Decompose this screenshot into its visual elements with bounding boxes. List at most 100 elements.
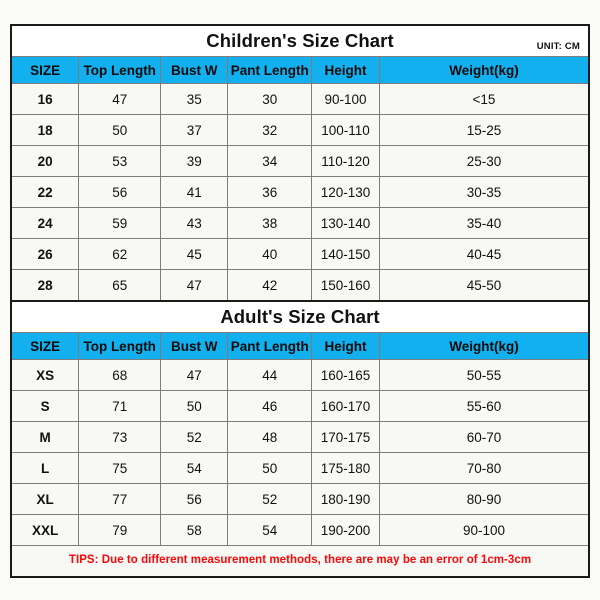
cell-top-length: 62 [78, 238, 162, 270]
cell-bust-w: 41 [160, 176, 229, 208]
cell-size: XS [12, 359, 80, 391]
cell-top-length: 75 [78, 452, 162, 484]
cell-size: XXL [12, 514, 80, 546]
cell-bust-w: 35 [160, 83, 229, 115]
cell-top-length: 68 [78, 359, 162, 391]
cell-pant-length: 40 [227, 238, 312, 270]
cell-size: S [12, 390, 80, 422]
cell-height: 190-200 [311, 514, 380, 546]
cell-top-length: 71 [78, 390, 162, 422]
cell-size: L [12, 452, 80, 484]
cell-bust-w: 50 [160, 390, 229, 422]
children-col-size: SIZE [12, 56, 80, 84]
cell-bust-w: 45 [160, 238, 229, 270]
size-chart-frame: Children's Size Chart UNIT: CM SIZE Top … [10, 24, 590, 578]
cell-size: M [12, 421, 80, 453]
adult-col-weight: Weight(kg) [378, 332, 588, 360]
table-row: 20 53 39 34 110-120 25-30 [12, 145, 588, 177]
cell-size: 22 [12, 176, 80, 208]
cell-pant-length: 54 [227, 514, 312, 546]
cell-weight: 70-80 [378, 452, 588, 484]
table-row: 26 62 45 40 140-150 40-45 [12, 238, 588, 270]
cell-height: 180-190 [311, 483, 380, 515]
cell-height: 150-160 [311, 269, 380, 302]
cell-bust-w: 37 [160, 114, 229, 146]
adult-title-row: Adult's Size Chart [12, 302, 588, 333]
cell-pant-length: 38 [227, 207, 312, 239]
cell-pant-length: 30 [227, 83, 312, 115]
cell-weight: 60-70 [378, 421, 588, 453]
table-row: XXL 79 58 54 190-200 90-100 [12, 514, 588, 546]
cell-bust-w: 54 [160, 452, 229, 484]
cell-top-length: 53 [78, 145, 162, 177]
cell-bust-w: 47 [160, 359, 229, 391]
children-title-cell: Children's Size Chart UNIT: CM [12, 26, 588, 57]
cell-size: 26 [12, 238, 80, 270]
adult-col-height: Height [311, 332, 380, 360]
cell-bust-w: 52 [160, 421, 229, 453]
cell-height: 110-120 [311, 145, 380, 177]
adult-table-body: Adult's Size Chart SIZE Top Length Bust … [12, 302, 588, 574]
adult-chart-title: Adult's Size Chart [220, 306, 380, 327]
adult-col-pant-length: Pant Length [227, 332, 312, 360]
table-row: XS 68 47 44 160-165 50-55 [12, 359, 588, 391]
children-col-top-length: Top Length [78, 56, 162, 84]
cell-weight: 25-30 [378, 145, 588, 177]
table-row: 28 65 47 42 150-160 45-50 [12, 269, 588, 302]
adult-header-row: SIZE Top Length Bust W Pant Length Heigh… [12, 332, 588, 360]
children-table-body: Children's Size Chart UNIT: CM SIZE Top … [12, 26, 588, 303]
table-row: 22 56 41 36 120-130 30-35 [12, 176, 588, 208]
cell-top-length: 77 [78, 483, 162, 515]
cell-size: 20 [12, 145, 80, 177]
adult-col-bust-w: Bust W [160, 332, 229, 360]
cell-top-length: 59 [78, 207, 162, 239]
cell-top-length: 50 [78, 114, 162, 146]
children-col-pant-length: Pant Length [227, 56, 312, 84]
cell-size: 18 [12, 114, 80, 146]
adult-size-table: Adult's Size Chart SIZE Top Length Bust … [12, 302, 588, 574]
cell-top-length: 65 [78, 269, 162, 302]
cell-pant-length: 34 [227, 145, 312, 177]
cell-top-length: 47 [78, 83, 162, 115]
table-row: M 73 52 48 170-175 60-70 [12, 421, 588, 453]
cell-height: 170-175 [311, 421, 380, 453]
cell-size: XL [12, 483, 80, 515]
cell-bust-w: 47 [160, 269, 229, 302]
cell-height: 100-110 [311, 114, 380, 146]
children-col-height: Height [311, 56, 380, 84]
cell-pant-length: 36 [227, 176, 312, 208]
cell-pant-length: 32 [227, 114, 312, 146]
cell-pant-length: 50 [227, 452, 312, 484]
cell-weight: 45-50 [378, 269, 588, 302]
cell-weight: 50-55 [378, 359, 588, 391]
table-row: 16 47 35 30 90-100 <15 [12, 83, 588, 115]
cell-weight: 35-40 [378, 207, 588, 239]
table-row: 24 59 43 38 130-140 35-40 [12, 207, 588, 239]
cell-height: 160-165 [311, 359, 380, 391]
cell-pant-length: 48 [227, 421, 312, 453]
children-header-row: SIZE Top Length Bust W Pant Length Heigh… [12, 56, 588, 84]
cell-bust-w: 58 [160, 514, 229, 546]
cell-pant-length: 42 [227, 269, 312, 302]
cell-size: 24 [12, 207, 80, 239]
cell-size: 28 [12, 269, 80, 302]
cell-pant-length: 46 [227, 390, 312, 422]
cell-top-length: 73 [78, 421, 162, 453]
table-row: XL 77 56 52 180-190 80-90 [12, 483, 588, 515]
cell-height: 120-130 [311, 176, 380, 208]
tips-row: TIPS: Due to different measurement metho… [12, 545, 588, 574]
adult-col-top-length: Top Length [78, 332, 162, 360]
adult-title-cell: Adult's Size Chart [12, 302, 588, 333]
cell-weight: 80-90 [378, 483, 588, 515]
cell-height: 160-170 [311, 390, 380, 422]
cell-weight: 55-60 [378, 390, 588, 422]
cell-height: 130-140 [311, 207, 380, 239]
cell-weight: 30-35 [378, 176, 588, 208]
cell-height: 175-180 [311, 452, 380, 484]
cell-top-length: 79 [78, 514, 162, 546]
cell-weight: 15-25 [378, 114, 588, 146]
cell-size: 16 [12, 83, 80, 115]
tips-note: TIPS: Due to different measurement metho… [12, 545, 588, 574]
children-size-table: Children's Size Chart UNIT: CM SIZE Top … [12, 26, 588, 303]
cell-bust-w: 43 [160, 207, 229, 239]
